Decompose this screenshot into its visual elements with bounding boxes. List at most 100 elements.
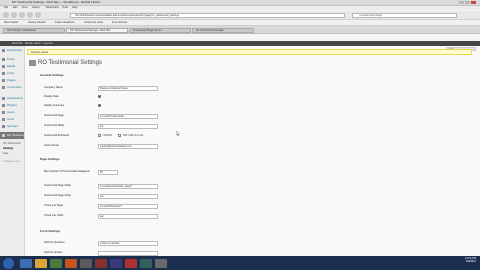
maximize-button[interactable]	[465, 1, 470, 4]
app-icon-3[interactable]	[110, 259, 122, 268]
field-label: Testimonial Page Order	[44, 194, 72, 197]
firefox-icon[interactable]	[65, 259, 77, 268]
appearance-icon	[2, 97, 5, 100]
search-box[interactable]: ro testimonial plugin	[352, 13, 457, 18]
tab-label: Ro Testimonial Manager	[196, 29, 224, 32]
back-icon[interactable]	[3, 12, 9, 18]
dashboard-icon	[2, 49, 5, 52]
max-number-input[interactable]	[98, 170, 118, 175]
sidebar-item-label: Media	[7, 64, 16, 68]
field-label: Display Date	[44, 95, 59, 98]
menu-bookmarks[interactable]: Bookmarks	[46, 6, 59, 10]
tab-plugin-demo[interactable]: Testimonial Plugin Demo	[129, 28, 191, 33]
sidebar-item-label: Settings	[7, 124, 18, 128]
app-icon-1[interactable]	[80, 259, 92, 268]
sidebar-item-ro-testimonial[interactable]: RO Testimonial	[0, 132, 27, 139]
sidebar-item-label: Posts	[7, 57, 15, 61]
menu-bar: File Edit View History Bookmarks Tools H…	[0, 6, 480, 10]
submenu-ro-testimonial[interactable]: RO Testimonial	[3, 142, 21, 145]
bookmark-customize-links[interactable]: Customize Links	[84, 20, 103, 25]
postcards-checkbox-2[interactable]	[118, 134, 121, 137]
postcards-value: 500 x 500 no cross	[123, 134, 144, 137]
home-icon[interactable]	[35, 12, 41, 18]
settings-saved-notice: Settings saved.	[27, 49, 472, 55]
mouse-cursor-icon	[176, 131, 180, 136]
sidebar-item-label: Links	[7, 71, 15, 75]
app-icon-6[interactable]	[155, 259, 167, 268]
bookmark-latest-headlines[interactable]: Latest Headlines	[55, 20, 74, 25]
testimonial-page-input[interactable]	[98, 114, 158, 119]
tab-label: RO Testimonial Settings ‹ Web Site	[70, 29, 111, 32]
folder-icon[interactable]	[35, 259, 47, 268]
field-label: Testimonial Postcards	[44, 134, 70, 137]
tab-settings[interactable]: RO Testimonial Settings ‹ Web Site	[66, 28, 128, 33]
testimonial-icon	[2, 134, 5, 137]
thank-you-page-input[interactable]	[98, 204, 158, 209]
url-text: http://localhost/ro-testimonial/wp-admin…	[75, 14, 179, 17]
row-testimonial-page: Testimonial Page	[44, 114, 464, 122]
tab-manager[interactable]: Ro Testimonial Manager	[192, 28, 254, 33]
menu-tools[interactable]: Tools	[62, 6, 68, 10]
sidebar-item-plugins[interactable]: Plugins	[0, 102, 24, 109]
pages-icon	[2, 79, 5, 82]
app-icon-2[interactable]	[95, 259, 107, 268]
sidebar-item-label: Dashboard	[7, 48, 22, 52]
sidebar-item-label: Plugins	[7, 103, 17, 107]
admin-email-input[interactable]	[98, 144, 158, 149]
menu-view[interactable]: View	[22, 6, 28, 10]
media-player-icon[interactable]	[50, 259, 62, 268]
sidebar-item-settings[interactable]: Settings	[0, 123, 24, 130]
sidebar-item-comments[interactable]: Comments	[0, 84, 24, 91]
sidebar-item-dashboard[interactable]: Dashboard	[0, 47, 24, 54]
section-general: General Settings	[40, 73, 64, 77]
submenu-help[interactable]: Help	[3, 152, 8, 155]
ie-icon[interactable]	[20, 259, 32, 268]
row-field-question: Field for Question	[44, 241, 464, 249]
row-thank-you-order: Thank you Order	[44, 214, 464, 222]
collapse-menu[interactable]: Collapse menu	[3, 160, 20, 163]
sidebar-item-users[interactable]: Users	[0, 109, 24, 116]
sidebar-item-label: Users	[7, 110, 15, 114]
app-icon-4[interactable]	[125, 259, 137, 268]
field-label: Thank you Page	[44, 204, 63, 207]
reload-icon[interactable]	[19, 12, 25, 18]
sidebar-item-media[interactable]: Media	[0, 63, 24, 70]
testimonial-slider-input[interactable]	[98, 124, 158, 129]
sidebar-item-tools[interactable]: Tools	[0, 116, 24, 123]
testimonial-page-slider-input[interactable]	[98, 184, 158, 189]
tab-dashboard[interactable]: Web Design | Dashboard	[3, 28, 65, 33]
stop-icon[interactable]	[27, 12, 33, 18]
postcards-checkbox[interactable]	[98, 134, 101, 137]
sidebar-item-label: Comments	[7, 85, 22, 89]
menu-help[interactable]: Help	[72, 6, 77, 10]
field-question-input[interactable]	[98, 241, 158, 246]
bookmark-most-visited[interactable]: Most Visited	[4, 20, 18, 25]
tab-label: Testimonial Plugin Demo	[133, 29, 162, 32]
notice-text: Settings saved.	[31, 51, 49, 54]
close-button[interactable]	[471, 1, 476, 4]
field-label: Field for Question	[44, 241, 65, 244]
clock[interactable]: 12:04 PM 1/9/2012	[450, 257, 476, 263]
menu-history[interactable]: History	[32, 6, 40, 10]
display-date-checkbox[interactable]	[98, 95, 101, 98]
forward-icon[interactable]	[11, 12, 17, 18]
sidebar-item-appearance[interactable]: Appearance	[0, 95, 24, 102]
bookmark-getting-started[interactable]: Getting Started	[28, 20, 45, 25]
menu-file[interactable]: File	[4, 6, 8, 10]
sidebar-item-links[interactable]: Links	[0, 70, 24, 77]
sidebar-item-pages[interactable]: Pages	[0, 77, 24, 84]
settings-icon	[2, 125, 5, 128]
submenu-settings[interactable]: Settings	[3, 147, 13, 150]
thank-you-order-input[interactable]	[98, 214, 158, 219]
display-summary-checkbox[interactable]	[98, 104, 101, 107]
section-page: Page Settings	[40, 157, 60, 161]
start-button[interactable]	[3, 258, 14, 269]
testimonial-page-order-input[interactable]	[98, 194, 158, 199]
minimize-button[interactable]	[459, 1, 464, 4]
company-name-input[interactable]	[98, 86, 158, 91]
sidebar-item-posts[interactable]: Posts	[0, 56, 24, 63]
bookmark-free-hotmail[interactable]: Free Hotmail	[112, 20, 127, 25]
app-icon-5[interactable]	[140, 259, 152, 268]
menu-edit[interactable]: Edit	[13, 6, 17, 10]
url-bar[interactable]: http://localhost/ro-testimonial/wp-admin…	[70, 13, 345, 18]
